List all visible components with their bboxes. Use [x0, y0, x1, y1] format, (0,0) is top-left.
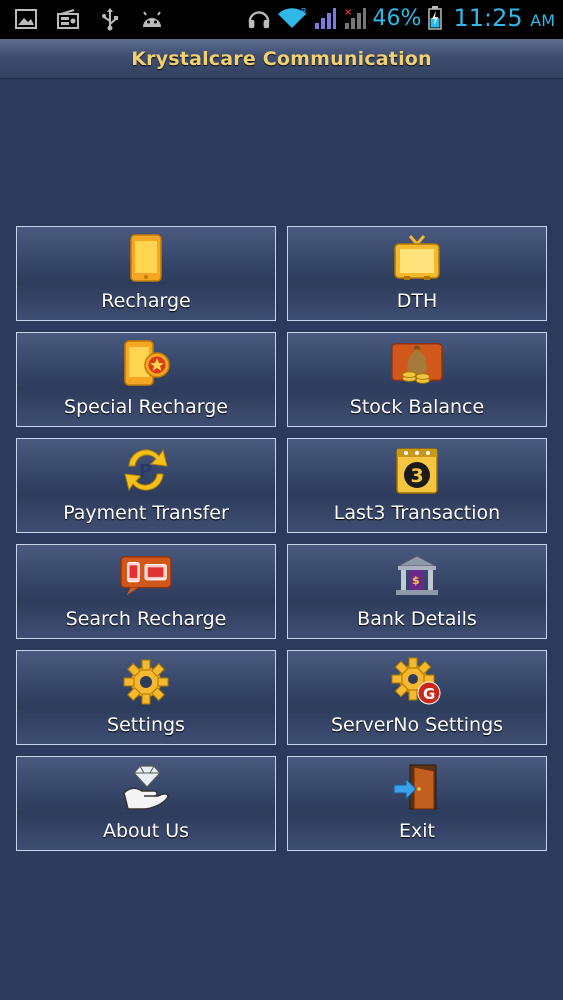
android-icon: [140, 7, 164, 31]
exit-door-icon: [390, 763, 444, 813]
tv-icon: [390, 233, 444, 283]
menu-tile-dth[interactable]: DTH: [287, 226, 547, 321]
payment-transfer-icon: P: [119, 445, 173, 495]
svg-text:$: $: [412, 574, 420, 587]
menu-label: Settings: [107, 714, 185, 736]
svg-text:×: ×: [344, 7, 352, 18]
search-recharge-icon: [119, 551, 173, 601]
svg-text:G: G: [423, 685, 435, 703]
gear-g-icon: G: [390, 657, 444, 707]
money-bag-icon: [390, 339, 444, 389]
image-icon: [14, 7, 38, 31]
menu-tile-search-recharge[interactable]: Search Recharge: [16, 544, 276, 639]
svg-text:3: 3: [411, 465, 424, 487]
menu-label: Search Recharge: [65, 608, 227, 630]
svg-text:R: R: [301, 7, 307, 16]
menu-tile-last3-transaction[interactable]: 3 Last3 Transaction: [287, 438, 547, 533]
diamond-hand-icon: [119, 763, 173, 813]
menu-tile-recharge[interactable]: Recharge: [16, 226, 276, 321]
menu-label: Payment Transfer: [63, 502, 229, 524]
gear-icon: [119, 657, 173, 707]
phone-star-icon: [119, 339, 173, 389]
menu-tile-payment-transfer[interactable]: P Payment Transfer: [16, 438, 276, 533]
menu-tile-serverno-settings[interactable]: G ServerNo Settings: [287, 650, 547, 745]
battery-icon: [427, 6, 443, 30]
usb-icon: [98, 7, 122, 31]
menu-label: Exit: [399, 820, 435, 842]
clock-ampm: AM: [530, 11, 555, 30]
status-bar: R × 46% 11:25 AM: [0, 0, 563, 39]
headphones-icon: [247, 6, 271, 30]
menu-tile-settings[interactable]: Settings: [16, 650, 276, 745]
clock: 11:25 AM: [453, 4, 555, 32]
menu-label: Bank Details: [357, 608, 477, 630]
menu-tile-bank-details[interactable]: $ Bank Details: [287, 544, 547, 639]
bank-icon: $: [390, 551, 444, 601]
menu-tile-exit[interactable]: Exit: [287, 756, 547, 851]
menu-tile-stock-balance[interactable]: Stock Balance: [287, 332, 547, 427]
phone-icon: [119, 233, 173, 283]
app-title-bar: Krystalcare Communication: [0, 39, 563, 79]
menu-tile-about-us[interactable]: About Us: [16, 756, 276, 851]
signal-no-sim-icon: ×: [343, 6, 367, 30]
svg-text:P: P: [139, 461, 152, 482]
clock-time: 11:25: [453, 4, 523, 32]
main-menu-grid: Recharge DTH Special Recharge Stock Bala…: [16, 226, 547, 851]
menu-label: Recharge: [101, 290, 191, 312]
menu-tile-special-recharge[interactable]: Special Recharge: [16, 332, 276, 427]
signal-icon: [313, 6, 337, 30]
calendar-three-icon: 3: [390, 445, 444, 495]
menu-label: About Us: [102, 820, 190, 842]
wifi-icon: R: [277, 6, 307, 30]
menu-label: DTH: [396, 290, 438, 312]
app-title: Krystalcare Communication: [131, 47, 432, 70]
battery-percent: 46%: [372, 5, 422, 31]
menu-label: ServerNo Settings: [330, 714, 504, 736]
menu-label: Stock Balance: [349, 396, 485, 418]
menu-label: Special Recharge: [64, 396, 228, 418]
menu-label: Last3 Transaction: [333, 502, 501, 524]
radio-icon: [56, 7, 80, 31]
